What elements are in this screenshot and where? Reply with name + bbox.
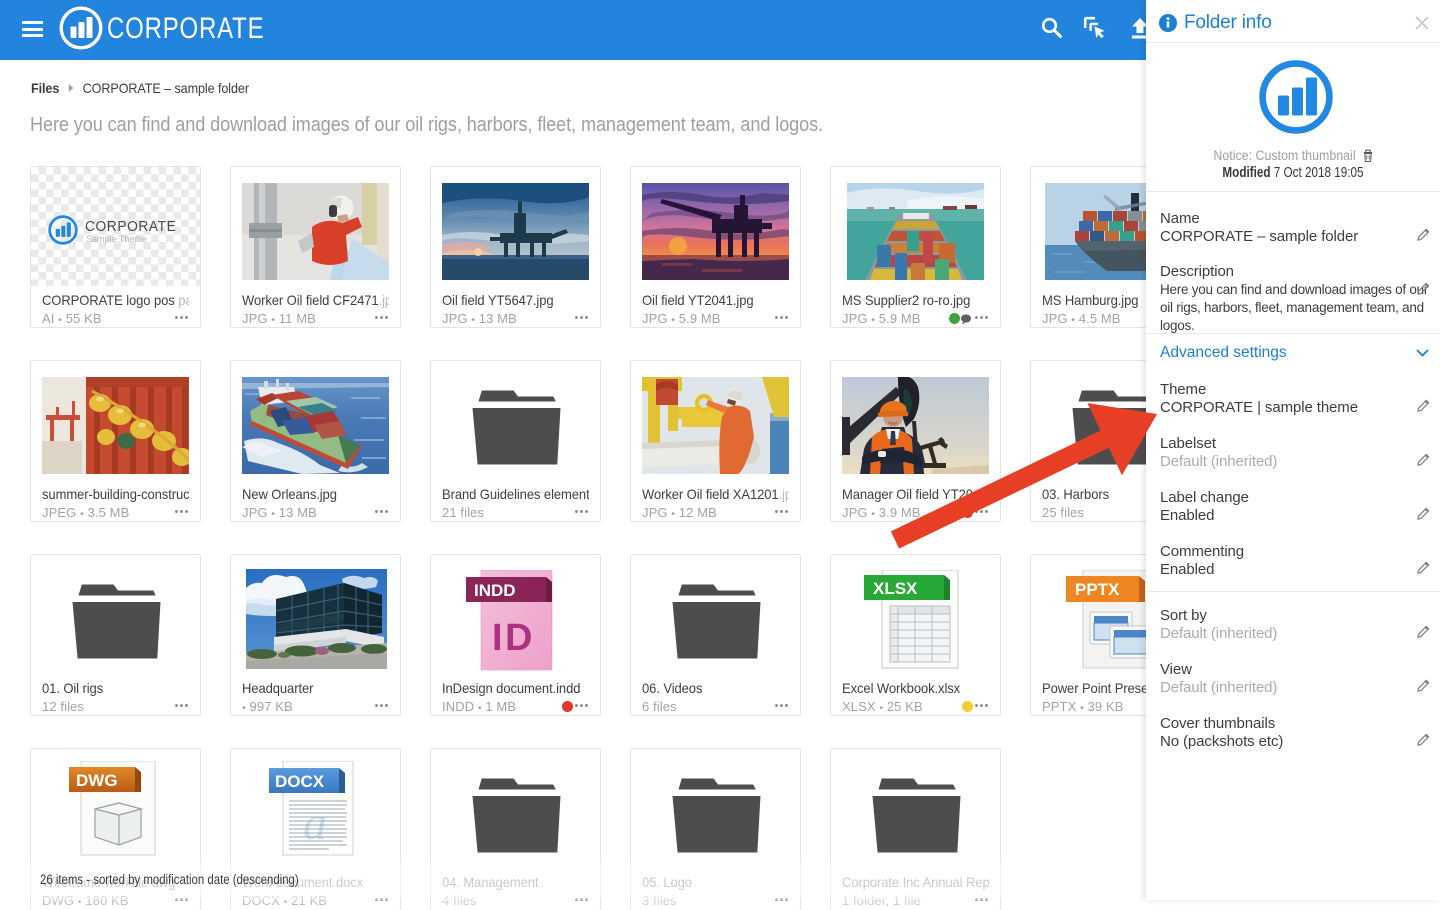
svg-text:XLSX: XLSX — [873, 579, 918, 598]
svg-text:I: I — [492, 617, 503, 659]
svg-text:DOCX: DOCX — [275, 772, 325, 791]
svg-text:D: D — [505, 617, 532, 659]
svg-text:PPTX: PPTX — [1075, 580, 1120, 599]
svg-text:DWG: DWG — [76, 771, 118, 790]
svg-text:INDD: INDD — [474, 581, 516, 600]
